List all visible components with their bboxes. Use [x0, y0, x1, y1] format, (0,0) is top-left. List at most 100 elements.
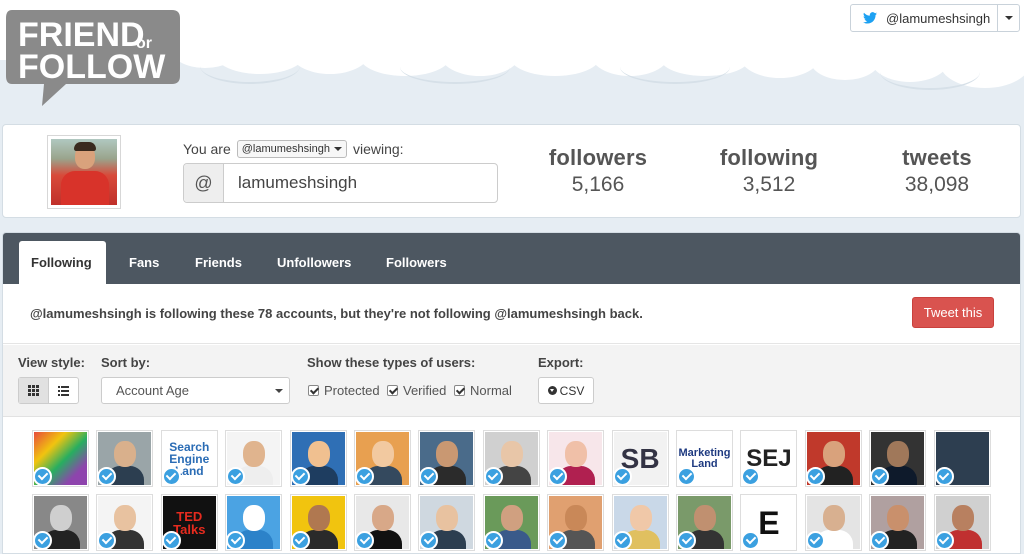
friend-or-follow-logo[interactable]: FRIEND or FOLLOW — [4, 6, 182, 106]
avatar-man-gray-hair[interactable] — [96, 430, 154, 487]
account-dropdown-toggle[interactable] — [997, 5, 1019, 31]
viewing-username-input[interactable]: @ lamumeshsingh — [183, 163, 498, 203]
avatar-woman-dark-hair[interactable] — [354, 494, 411, 551]
tweet-this-button[interactable]: Tweet this — [912, 297, 994, 328]
verified-badge-icon — [33, 467, 52, 486]
verified-badge-icon — [355, 467, 374, 486]
avatar-marketing-land[interactable]: Marketing Land — [676, 430, 733, 487]
results-panel: Following Fans Friends Unfollowers Follo… — [2, 232, 1021, 554]
twitter-bird-icon — [863, 12, 877, 24]
verified-badge-icon — [290, 531, 310, 550]
tab-following[interactable]: Following — [19, 241, 106, 284]
verified-badge-icon — [934, 467, 954, 486]
verified-badge-icon — [677, 467, 696, 486]
tab-unfollowers[interactable]: Unfollowers — [265, 241, 363, 284]
avatar-man-beard[interactable] — [418, 430, 476, 487]
viewing-label: viewing: — [352, 141, 404, 157]
export-csv-button[interactable]: CSV — [538, 377, 594, 404]
account-dropdown[interactable]: @lamumeshsingh — [850, 4, 1020, 32]
avatar-man-shirt[interactable] — [804, 494, 862, 551]
chevron-down-icon — [1004, 16, 1013, 20]
verified-label: Verified — [403, 383, 447, 398]
verified-badge-icon — [805, 467, 825, 486]
logo-speech-bubble: FRIEND or FOLLOW — [6, 10, 180, 106]
avatar-man-suit[interactable] — [418, 494, 476, 551]
profile-avatar[interactable] — [47, 135, 121, 209]
avatar-colorful[interactable] — [32, 430, 89, 487]
avatar-man-glasses-bald[interactable] — [547, 494, 605, 551]
verified-badge-icon — [612, 467, 632, 486]
verified-badge-icon — [934, 531, 954, 550]
avatar-man-outdoors[interactable] — [482, 494, 540, 551]
chevron-down-icon — [333, 147, 342, 151]
avatar-man-red-bg[interactable] — [804, 430, 862, 487]
results-message: @lamumeshsingh is following these 78 acc… — [30, 306, 643, 321]
avatar-man-cap[interactable] — [676, 494, 733, 551]
you-are-select-value: @lamumeshsingh — [241, 143, 330, 155]
verified-badge-icon — [483, 467, 503, 486]
followers-stat[interactable]: followers 5,166 — [544, 145, 652, 197]
avatar-young-man[interactable] — [96, 494, 154, 551]
verified-badge-icon — [483, 531, 503, 550]
logo-text-follow: FOLLOW — [18, 48, 166, 86]
view-style-label: View style: — [18, 355, 85, 370]
protected-label: Protected — [324, 383, 380, 398]
tab-friends[interactable]: Friends — [183, 241, 254, 284]
you-are-label: You are — [183, 141, 231, 157]
verified-badge-icon — [677, 531, 696, 550]
checkbox-checked-icon — [308, 385, 319, 396]
grid-icon — [27, 385, 39, 396]
avatar-man-smiling[interactable] — [933, 494, 991, 551]
avatar-hubspot-logo[interactable] — [933, 430, 991, 487]
avatar-man-bw[interactable] — [32, 494, 89, 551]
avatar-man-orange-bg[interactable] — [354, 430, 411, 487]
checkbox-checked-icon — [387, 385, 398, 396]
verified-badge-icon — [612, 531, 632, 550]
avatar-man-office[interactable] — [869, 494, 927, 551]
tab-bar: Following Fans Friends Unfollowers Follo… — [3, 233, 1020, 284]
you-are-select[interactable]: @lamumeshsingh — [236, 140, 347, 158]
results-banner: @lamumeshsingh is following these 78 acc… — [3, 284, 1020, 344]
verified-badge-icon — [805, 531, 825, 550]
list-icon — [57, 385, 69, 396]
tab-followers[interactable]: Followers — [374, 241, 459, 284]
sort-by-label: Sort by: — [101, 355, 151, 370]
avatar-man-white-hair[interactable] — [482, 430, 540, 487]
sort-by-value: Account Age — [116, 383, 189, 398]
verified-checkbox[interactable]: Verified — [387, 383, 446, 398]
tab-fans[interactable]: Fans — [117, 241, 171, 284]
avatar-woman-blonde[interactable] — [611, 494, 669, 551]
following-stat[interactable]: following 3,512 — [714, 145, 824, 197]
export-label: Export: — [538, 355, 584, 370]
list-view-button[interactable] — [49, 378, 78, 403]
viewing-username-value: lamumeshsingh — [238, 173, 358, 192]
download-icon — [547, 386, 557, 395]
view-style-toggle — [18, 377, 79, 404]
avatar-sej-logo[interactable]: SEJ — [740, 430, 798, 487]
avatar-man-dark[interactable] — [869, 430, 927, 487]
checkbox-checked-icon — [454, 385, 465, 396]
following-label: following — [719, 145, 819, 170]
avatar-ted-talks[interactable]: TED Talks — [160, 494, 218, 551]
avatar-e-logo[interactable]: E — [740, 494, 798, 551]
verified-badge-icon — [33, 531, 52, 550]
avatar-cartoon-man[interactable] — [289, 430, 347, 487]
filter-controls: View style: Sort by: Show these types of… — [3, 345, 1020, 417]
avatar-robot[interactable] — [225, 494, 283, 551]
followers-label: followers — [548, 145, 648, 170]
protected-checkbox[interactable]: Protected — [308, 383, 380, 398]
at-symbol-addon: @ — [184, 164, 224, 202]
export-csv-label: CSV — [559, 383, 585, 398]
tweets-count: 38,098 — [904, 173, 970, 196]
tweets-stat[interactable]: tweets 38,098 — [895, 145, 979, 197]
avatar-bald-man[interactable] — [225, 430, 283, 487]
avatar-man-yellow-bg[interactable] — [289, 494, 347, 551]
avatar-search-engine-land[interactable]: Search Engine Land — [160, 430, 218, 487]
grid-view-button[interactable] — [19, 378, 49, 403]
normal-checkbox[interactable]: Normal — [454, 383, 512, 398]
avatar-woman-pink-hair[interactable] — [547, 430, 605, 487]
profile-card: You are @lamumeshsingh viewing: @ lamume… — [2, 124, 1021, 218]
sort-by-select[interactable]: Account Age — [101, 377, 290, 404]
avatar-sb-logo[interactable]: SB — [611, 430, 669, 487]
account-handle: @lamumeshsingh — [886, 10, 991, 26]
